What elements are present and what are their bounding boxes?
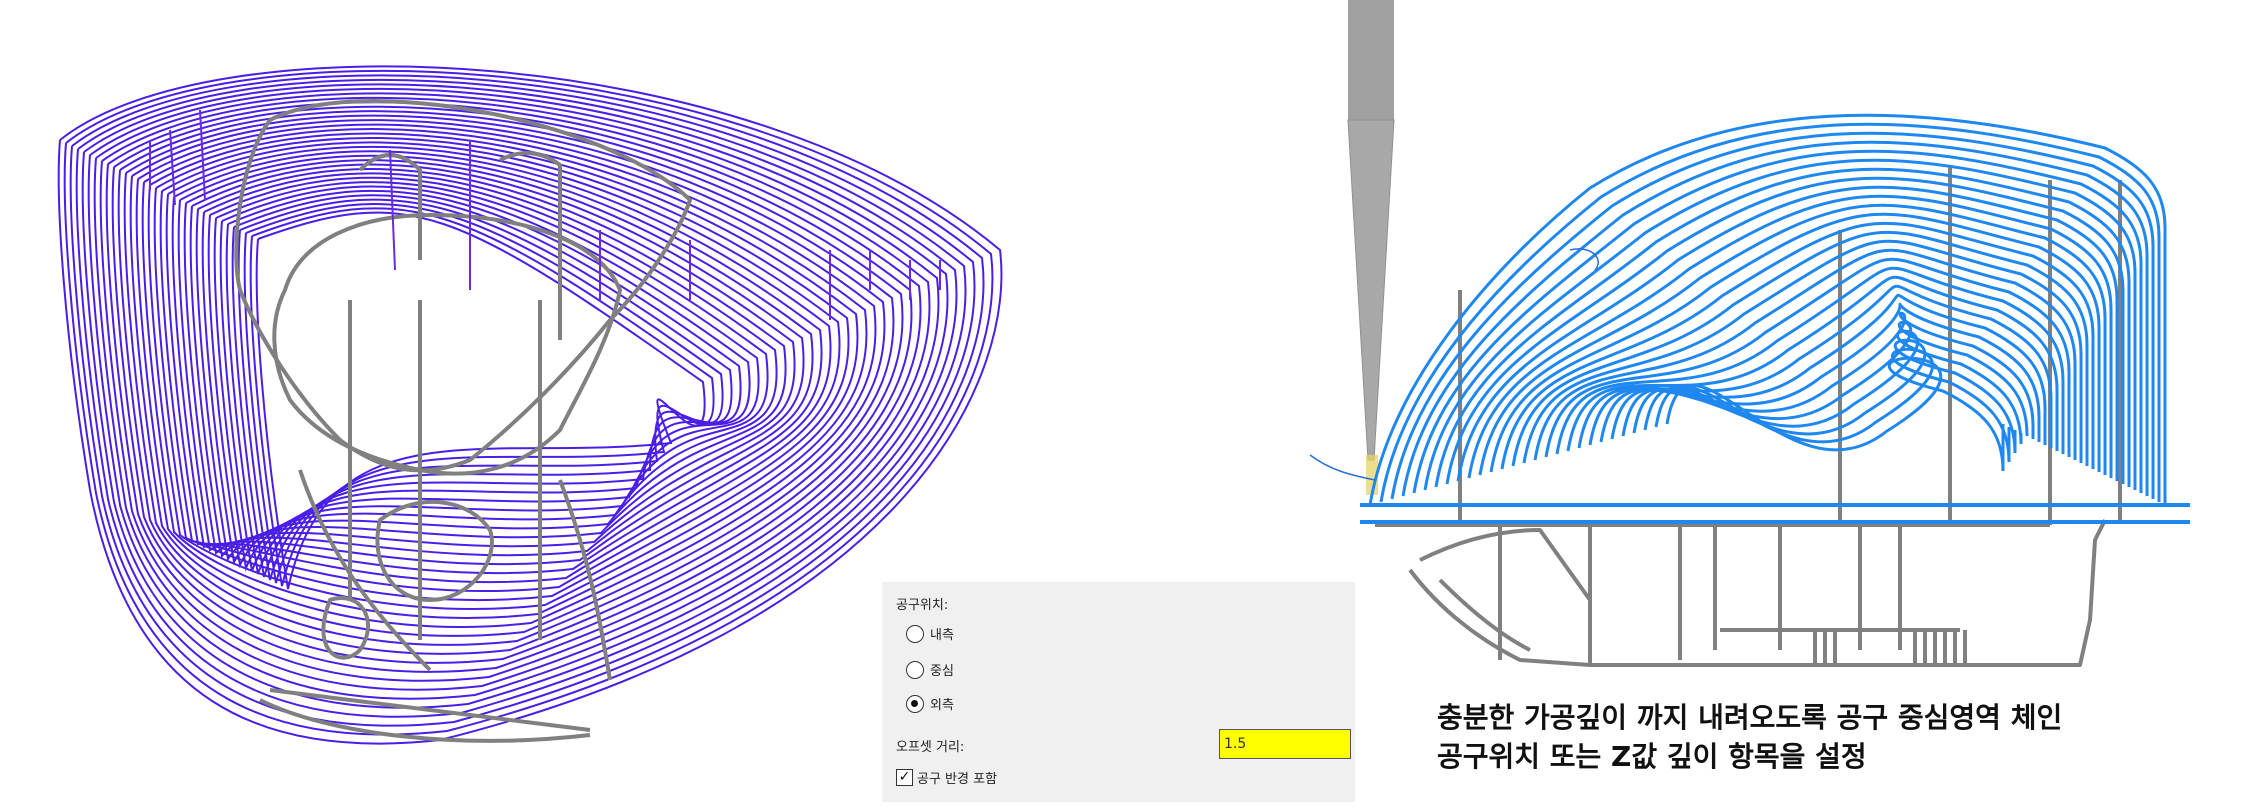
right-contour bbox=[1478, 203, 2107, 476]
include-tool-radius[interactable]: ✓ 공구 반경 포함 bbox=[896, 768, 997, 787]
left-contour bbox=[213, 181, 769, 572]
include-tool-radius-checkbox[interactable]: ✓ bbox=[896, 769, 913, 786]
radio-inner[interactable]: 내측 bbox=[906, 624, 954, 643]
radio-inner-button[interactable] bbox=[906, 624, 924, 643]
instruction-line-1: 충분한 가공깊이 까지 내려오도록 공구 중심영역 체인 bbox=[1437, 701, 2063, 734]
radio-center-label: 중심 bbox=[930, 664, 954, 679]
left-contour bbox=[207, 176, 778, 569]
include-tool-radius-label: 공구 반경 포함 bbox=[917, 772, 998, 787]
offset-distance-input[interactable] bbox=[1219, 729, 1351, 759]
tool-position-panel: 공구위치: 내측 중심 외측 오프셋 거리: ✓ 공구 반경 포함 bbox=[882, 582, 1355, 802]
offset-distance-label: 오프셋 거리: bbox=[896, 740, 965, 755]
toolpath-base-right bbox=[1360, 503, 2190, 524]
instruction-note: 충분한 가공깊이 까지 내려오도록 공구 중심영역 체인 공구위치 또는 Z값 … bbox=[1437, 698, 2227, 776]
right-contour bbox=[1423, 158, 2137, 491]
right-contour bbox=[1368, 113, 2167, 506]
radio-inner-label: 내측 bbox=[930, 628, 954, 643]
radio-center-button[interactable] bbox=[906, 660, 924, 679]
instruction-line-2: 공구위치 또는 Z값 깊이 항목을 설정 bbox=[1437, 740, 1867, 773]
radio-center[interactable]: 중심 bbox=[906, 660, 954, 679]
left-contour bbox=[249, 207, 715, 587]
radio-outer-label: 외측 bbox=[930, 698, 954, 713]
toolpath-view-left bbox=[57, 65, 1003, 745]
tool bbox=[1347, 0, 1395, 495]
toolpath-view-right bbox=[1309, 0, 2190, 667]
radio-outer-button[interactable] bbox=[906, 694, 924, 713]
radio-outer[interactable]: 외측 bbox=[906, 694, 954, 713]
right-contour bbox=[1522, 239, 2083, 464]
tool-position-label: 공구위치: bbox=[896, 598, 949, 613]
right-contour bbox=[1654, 347, 2011, 463]
toolpath-contours-right bbox=[1368, 113, 2167, 506]
